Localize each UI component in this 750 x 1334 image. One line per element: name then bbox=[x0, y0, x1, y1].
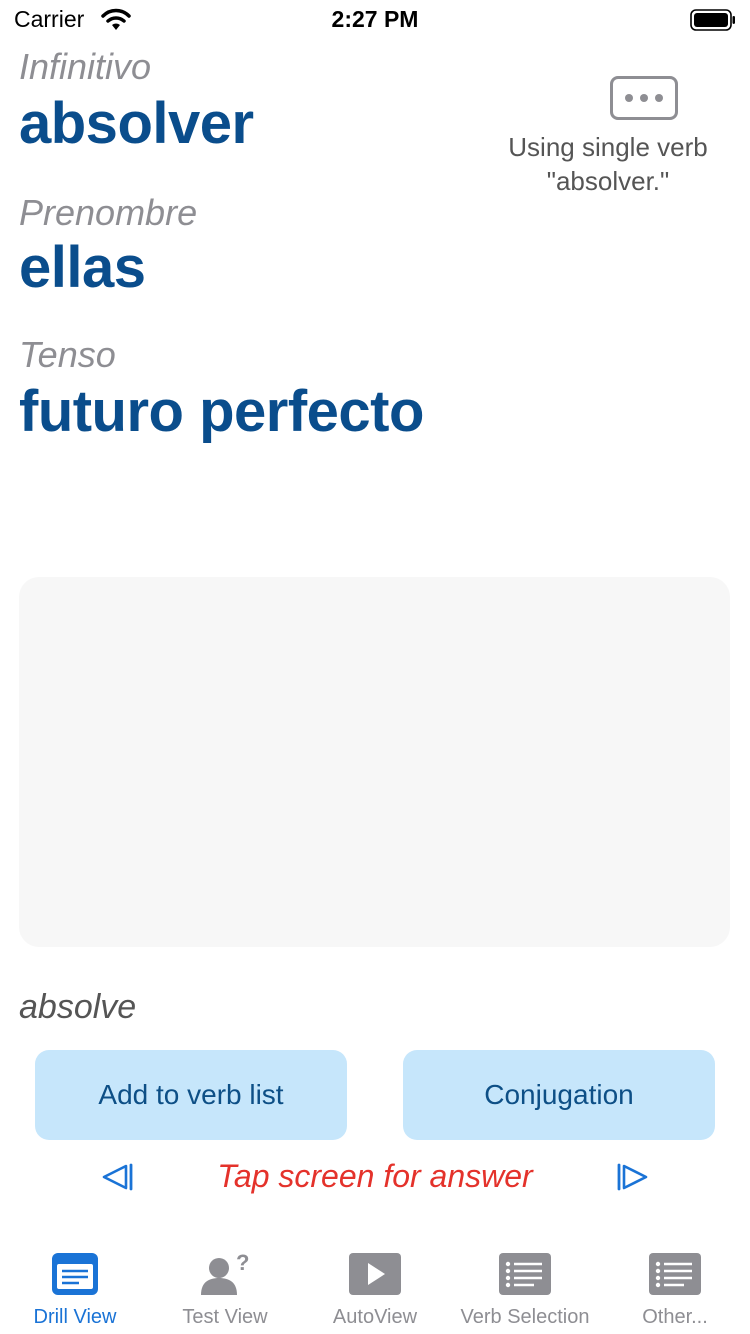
list-icon bbox=[649, 1253, 701, 1295]
drill-view-icon bbox=[52, 1253, 98, 1295]
tab-autoview[interactable]: AutoView bbox=[300, 1240, 450, 1334]
tense-value: futuro perfecto bbox=[19, 379, 424, 444]
tab-label: Test View bbox=[182, 1306, 268, 1328]
add-to-verb-list-button[interactable]: Add to verb list bbox=[35, 1050, 347, 1140]
tab-drill-view[interactable]: Drill View bbox=[0, 1240, 150, 1334]
tab-label: Drill View bbox=[33, 1306, 117, 1328]
svg-text:?: ? bbox=[236, 1252, 249, 1275]
single-verb-note: Using single verb "absolver." bbox=[490, 130, 726, 198]
tab-label: Other... bbox=[642, 1306, 708, 1328]
pronoun-caption: Prenombre bbox=[19, 192, 198, 233]
battery-icon bbox=[690, 9, 735, 31]
next-icon[interactable] bbox=[616, 1163, 650, 1191]
tab-verb-selection[interactable]: Verb Selection bbox=[450, 1240, 600, 1334]
list-icon bbox=[499, 1253, 551, 1295]
infinitive-caption: Infinitivo bbox=[19, 46, 152, 87]
answer-panel[interactable] bbox=[19, 577, 730, 947]
tab-test-view[interactable]: ? Test View bbox=[150, 1240, 300, 1334]
infinitive-value: absolver bbox=[19, 91, 254, 156]
tab-label: Verb Selection bbox=[460, 1306, 590, 1328]
conjugation-button[interactable]: Conjugation bbox=[403, 1050, 715, 1140]
tab-other[interactable]: Other... bbox=[600, 1240, 750, 1334]
tab-label: AutoView bbox=[332, 1306, 418, 1328]
play-icon bbox=[349, 1253, 401, 1295]
more-options-button[interactable] bbox=[610, 76, 678, 120]
status-time: 2:27 PM bbox=[331, 6, 419, 32]
hint-text: absolve bbox=[19, 988, 137, 1026]
tense-caption: Tenso bbox=[19, 334, 116, 375]
ellipsis-dot bbox=[640, 94, 648, 102]
tab-bar: Drill View ? Test View AutoView Verb Sel… bbox=[0, 1240, 750, 1334]
note-line-1: Using single verb bbox=[508, 132, 708, 162]
ellipsis-dot bbox=[625, 94, 633, 102]
test-view-icon: ? bbox=[201, 1252, 249, 1295]
note-line-2: "absolver." bbox=[546, 166, 670, 196]
pronoun-value: ellas bbox=[19, 235, 146, 300]
ellipsis-dot bbox=[655, 94, 663, 102]
